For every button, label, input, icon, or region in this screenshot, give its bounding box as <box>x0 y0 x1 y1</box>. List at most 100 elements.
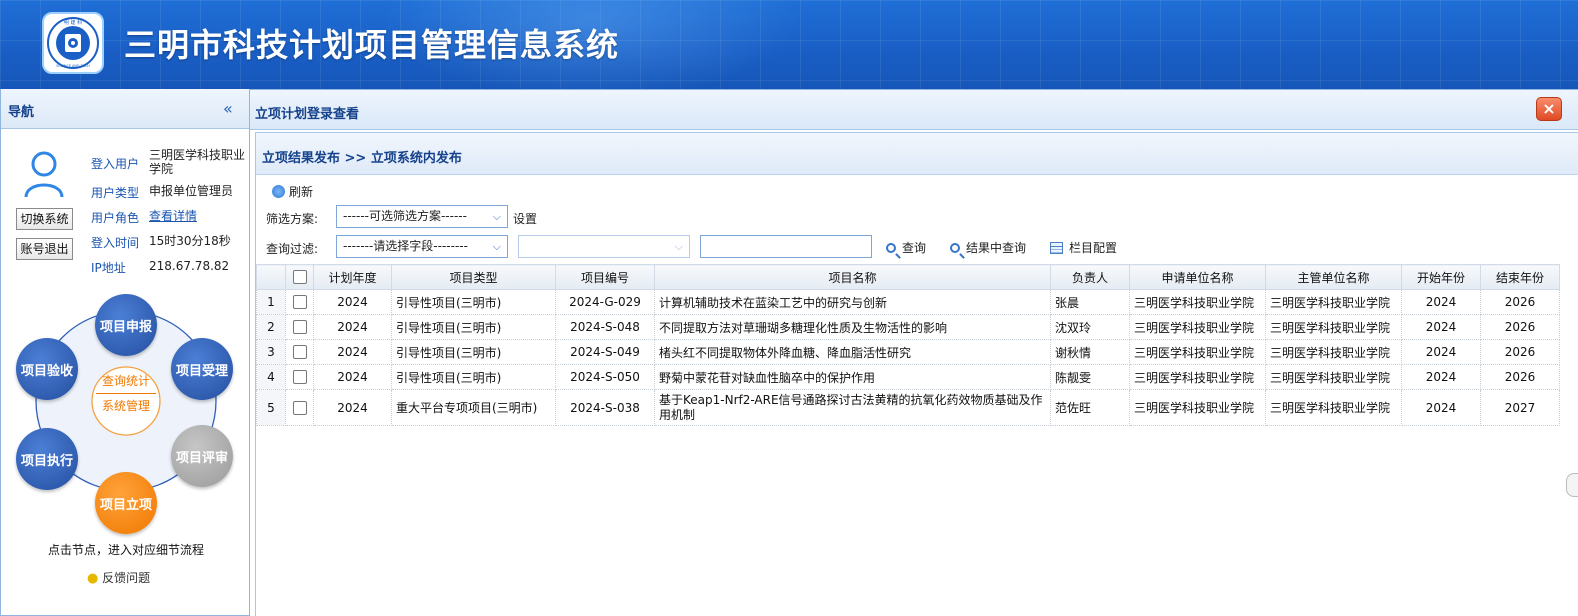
breadcrumb: 立项结果发布 >> 立项系统内发布 <box>262 151 462 166</box>
cell-applicant: 三明医学科技职业学院 <box>1129 289 1266 315</box>
col-project-name[interactable]: 项目名称 <box>654 264 1051 290</box>
main-content: 立项计划登录查看 × 立项结果发布 >> 立项系统内发布 刷新 筛选方案: --… <box>250 89 1578 616</box>
table-row[interactable]: 1 2024 引导性项目(三明市) 2024-G-029 计算机辅助技术在蓝染工… <box>256 289 1560 315</box>
row-checkbox[interactable] <box>285 314 314 340</box>
row-checkbox[interactable] <box>285 339 314 365</box>
col-project-type[interactable]: 项目类型 <box>391 264 556 290</box>
flow-node-declare[interactable]: 项目申报 <box>95 294 157 356</box>
cell-code: 2024-S-049 <box>555 339 655 365</box>
app-header: 明 建 科 SCIENCE AND TECH 三明市科技计划项目管理信息系统 <box>0 0 1578 89</box>
cell-name[interactable]: 计算机辅助技术在蓝染工艺中的研究与创新 <box>654 289 1051 315</box>
result-query-label: 结果中查询 <box>966 241 1027 255</box>
query-button[interactable]: 查询 <box>886 239 926 256</box>
sidebar-header: 导航 « <box>1 89 249 129</box>
cell-supervisor: 三明医学科技职业学院 <box>1265 389 1402 426</box>
cell-start: 2024 <box>1401 364 1481 390</box>
row-checkbox[interactable] <box>285 389 314 426</box>
select-all-checkbox[interactable] <box>285 264 314 290</box>
checkbox[interactable] <box>292 320 307 335</box>
row-number: 4 <box>256 364 286 390</box>
row-number: 2 <box>256 314 286 340</box>
table-row[interactable]: 5 2024 重大平台专项项目(三明市) 2024-S-038 基于Keap1-… <box>256 389 1560 426</box>
query-value-input[interactable] <box>700 235 872 258</box>
table-row[interactable]: 3 2024 引导性项目(三明市) 2024-S-049 楮头红不同提取物体外降… <box>256 339 1560 365</box>
checkbox[interactable] <box>292 270 307 285</box>
col-plan-year[interactable]: 计划年度 <box>313 264 392 290</box>
flow-node-review[interactable]: 项目评审 <box>171 425 233 487</box>
user-role-label: 用户角色 <box>91 211 140 225</box>
center-divider <box>96 393 156 394</box>
chevron-down-icon: ⌵ <box>492 240 501 253</box>
process-flow-diagram: 项目申报 项目受理 项目评审 项目立项 项目执行 项目验收 查询统计 系统管理 <box>11 289 241 539</box>
app-title: 三明市科技计划项目管理信息系统 <box>124 26 620 64</box>
cell-name[interactable]: 不同提取方法对草珊瑚多糖理化性质及生物活性的影响 <box>654 314 1051 340</box>
flow-node-approve[interactable]: 项目立项 <box>95 472 157 534</box>
flow-node-accept[interactable]: 项目受理 <box>171 338 233 400</box>
operator-select[interactable]: ⌵ <box>518 235 690 258</box>
cell-code: 2024-S-038 <box>555 389 655 426</box>
horizontal-scroll-handle[interactable] <box>1566 473 1578 497</box>
col-leader[interactable]: 负责人 <box>1050 264 1130 290</box>
table-row[interactable]: 2 2024 引导性项目(三明市) 2024-S-048 不同提取方法对草珊瑚多… <box>256 314 1560 340</box>
close-tab-button[interactable]: × <box>1536 97 1562 121</box>
collapse-sidebar-icon[interactable]: « <box>223 99 233 118</box>
query-statistics-link[interactable]: 查询统计 <box>90 371 162 391</box>
checkbox[interactable] <box>292 400 307 415</box>
switch-system-button[interactable]: 切换系统 <box>16 208 73 230</box>
query-filter-label: 查询过滤: <box>266 242 319 256</box>
row-number: 5 <box>256 389 286 426</box>
col-supervisor[interactable]: 主管单位名称 <box>1265 264 1402 290</box>
nav-sidebar: 导航 « 切换系统 账号退出 登入用户 三明医学科技职业学院 用户类型 申报单位… <box>0 89 250 616</box>
cell-end: 2026 <box>1480 314 1560 340</box>
col-applicant[interactable]: 申请单位名称 <box>1129 264 1266 290</box>
cell-start: 2024 <box>1401 339 1481 365</box>
row-number: 3 <box>256 339 286 365</box>
cell-type: 引导性项目(三明市) <box>391 364 556 390</box>
logo-bottom-text: SCIENCE AND TECH <box>56 64 90 68</box>
cell-year: 2024 <box>313 389 392 426</box>
filter-scheme-label: 筛选方案: <box>266 212 319 226</box>
cell-year: 2024 <box>313 364 392 390</box>
result-query-button[interactable]: 结果中查询 <box>950 239 1026 256</box>
flow-center: 查询统计 系统管理 <box>90 371 162 431</box>
col-project-code[interactable]: 项目编号 <box>555 264 655 290</box>
checkbox[interactable] <box>292 295 307 310</box>
flow-node-execute[interactable]: 项目执行 <box>16 428 78 490</box>
checkbox[interactable] <box>292 370 307 385</box>
col-end-year[interactable]: 结束年份 <box>1480 264 1560 290</box>
flow-hint-text: 点击节点，进入对应细节流程 <box>47 543 204 557</box>
logout-button[interactable]: 账号退出 <box>16 238 73 260</box>
user-type-value: 申报单位管理员 <box>149 184 234 198</box>
cell-name[interactable]: 楮头红不同提取物体外降血糖、降血脂活性研究 <box>654 339 1051 365</box>
logo-top-text: 明 建 科 <box>64 19 82 26</box>
cell-code: 2024-S-048 <box>555 314 655 340</box>
view-details-link[interactable]: 查看详情 <box>149 209 249 223</box>
settings-link[interactable]: 设置 <box>513 210 537 227</box>
cell-type: 引导性项目(三明市) <box>391 314 556 340</box>
field-select[interactable]: -------请选择字段-------- ⌵ <box>336 235 508 258</box>
column-config-button[interactable]: 栏目配置 <box>1050 239 1117 256</box>
cell-name[interactable]: 基于Keap1-Nrf2-ARE信号通路探讨古法黄精的抗氧化药效物质基础及作用机… <box>654 389 1051 426</box>
flow-node-acceptance[interactable]: 项目验收 <box>16 338 78 400</box>
cell-type: 引导性项目(三明市) <box>391 339 556 365</box>
login-time-value: 15时30分18秒 <box>149 234 231 248</box>
cell-year: 2024 <box>313 339 392 365</box>
table-row[interactable]: 4 2024 引导性项目(三明市) 2024-S-050 野菊中蒙花苷对缺血性脑… <box>256 364 1560 390</box>
cell-year: 2024 <box>313 314 392 340</box>
lightbulb-icon: ● <box>87 571 99 586</box>
row-checkbox[interactable] <box>285 289 314 315</box>
cell-end: 2027 <box>1480 389 1560 426</box>
login-user-label: 登入用户 <box>91 157 140 171</box>
filter-scheme-value: ------可选筛选方案------ <box>343 209 467 223</box>
cell-type: 引导性项目(三明市) <box>391 289 556 315</box>
filter-scheme-select[interactable]: ------可选筛选方案------ ⌵ <box>336 205 508 228</box>
page-title: 立项计划登录查看 <box>255 107 360 122</box>
content-panel: 立项结果发布 >> 立项系统内发布 刷新 筛选方案: ------可选筛选方案-… <box>255 132 1578 616</box>
refresh-button[interactable]: 刷新 <box>272 183 313 200</box>
row-checkbox[interactable] <box>285 364 314 390</box>
col-start-year[interactable]: 开始年份 <box>1401 264 1481 290</box>
system-management-link[interactable]: 系统管理 <box>90 396 162 416</box>
cell-name[interactable]: 野菊中蒙花苷对缺血性脑卒中的保护作用 <box>654 364 1051 390</box>
feedback-button[interactable]: ● 反馈问题 <box>87 569 150 586</box>
checkbox[interactable] <box>292 345 307 360</box>
